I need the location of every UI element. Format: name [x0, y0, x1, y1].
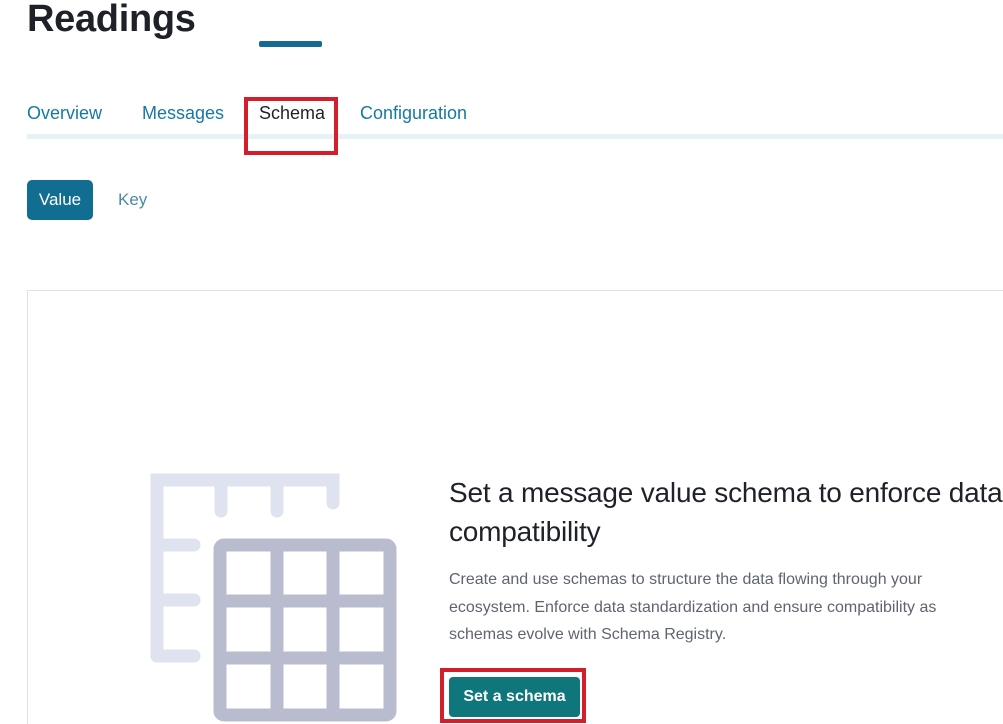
page: Readings Overview Messages Schema Config…: [0, 0, 1003, 724]
set-schema-button[interactable]: Set a schema: [449, 677, 580, 717]
empty-state-heading: Set a message value schema to enforce da…: [449, 477, 1003, 547]
empty-state-description: Create and use schemas to structure the …: [449, 571, 937, 643]
tab-configuration[interactable]: Configuration: [360, 103, 467, 124]
page-title: Readings: [27, 0, 196, 40]
tab-bar: Overview Messages Schema Configuration: [27, 92, 1003, 140]
table-grid-icon: [150, 473, 397, 722]
key-toggle-button[interactable]: Key: [106, 180, 156, 220]
tab-bar-divider: [27, 134, 1003, 139]
value-toggle-button[interactable]: Value: [27, 180, 93, 220]
active-tab-indicator: [259, 41, 322, 47]
tab-overview[interactable]: Overview: [27, 103, 102, 124]
tab-messages[interactable]: Messages: [142, 103, 224, 124]
tab-schema[interactable]: Schema: [259, 103, 325, 124]
